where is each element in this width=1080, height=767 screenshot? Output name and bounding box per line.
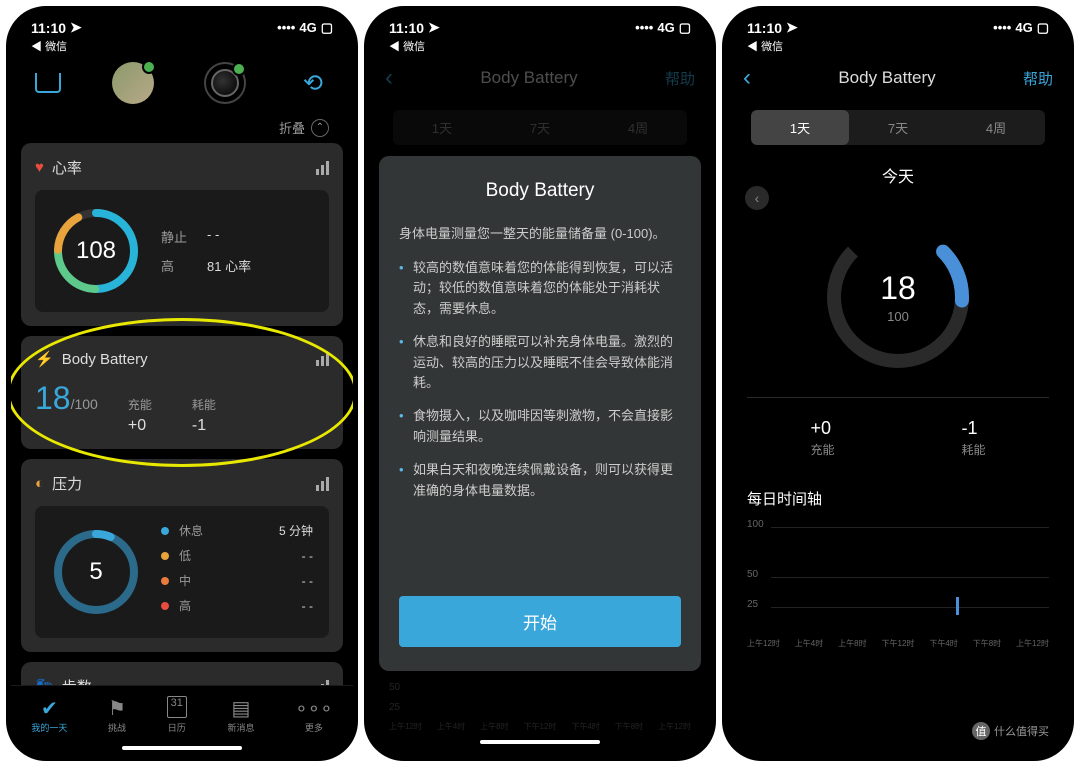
seg-1day[interactable]: 1天: [393, 110, 491, 145]
tab-myday[interactable]: ✔我的一天: [31, 696, 67, 734]
device-icon[interactable]: [204, 62, 246, 104]
screen-myday: 11:10➤ •••• 4G ▢ ◀ 微信 ⟲ 折叠⌃ ♥心率 108 静止- - …: [6, 6, 358, 761]
dot-med: [161, 577, 169, 585]
chart-icon[interactable]: [316, 161, 329, 175]
data-bar: [956, 597, 959, 615]
segment-control[interactable]: 1天 7天 4周: [393, 110, 687, 145]
chart-icon[interactable]: [316, 477, 329, 491]
seg-7day[interactable]: 7天: [491, 110, 589, 145]
tab-calendar[interactable]: 31日历: [167, 696, 187, 734]
tab-bar: ✔我的一天 ⚑挑战 31日历 ▤新消息 ∘∘∘更多: [11, 685, 353, 742]
chevron-up-icon: ⌃: [311, 119, 329, 137]
tab-more[interactable]: ∘∘∘更多: [295, 696, 333, 734]
tab-news[interactable]: ▤新消息: [227, 696, 254, 734]
location-icon: ➤: [70, 19, 82, 36]
location-icon: ➤: [786, 19, 798, 36]
time: 11:10: [31, 20, 66, 36]
body-battery-card[interactable]: ⚡Body Battery 18/100 充能+0 耗能-1: [21, 336, 343, 449]
intro-modal: Body Battery 身体电量测量您一整天的能量储备量 (0-100)。 较…: [379, 156, 701, 671]
signal-icon: ••••: [993, 20, 1011, 35]
sync-icon[interactable]: ⟲: [297, 67, 329, 99]
collapse-button[interactable]: 折叠⌃: [11, 112, 353, 143]
back-to-app[interactable]: ◀ 微信: [11, 38, 353, 54]
dot-rest: [161, 527, 169, 535]
modal-intro: 身体电量测量您一整天的能量储备量 (0-100)。: [399, 224, 681, 244]
title-bar: ‹ Body Battery 帮助: [369, 54, 711, 102]
modal-title: Body Battery: [399, 180, 681, 202]
screen-detail: 11:10➤ ••••4G▢ ◀ 微信 ‹ Body Battery 帮助 1天…: [722, 6, 1074, 761]
seg-4week[interactable]: 4周: [947, 110, 1045, 145]
segment-control[interactable]: 1天 7天 4周: [751, 110, 1045, 145]
tab-challenge[interactable]: ⚑挑战: [108, 696, 126, 734]
dot-low: [161, 552, 169, 560]
home-indicator[interactable]: [122, 746, 242, 750]
stress-card[interactable]: ◐压力 5 休息5 分钟 低- - 中- - 高- -: [21, 459, 343, 652]
avatar[interactable]: [112, 62, 154, 104]
energy-stats: +0充能 -1耗能: [727, 398, 1069, 478]
top-nav: ⟲: [11, 54, 353, 112]
inbox-icon[interactable]: [35, 73, 61, 93]
chart-icon[interactable]: [316, 352, 329, 366]
hr-ring: 108: [51, 206, 141, 296]
help-button[interactable]: 帮助: [665, 68, 695, 89]
timeline-chart: 100 50 25 上午12时上午4时上午8时下午12时下午4时下午8时上午12…: [727, 519, 1069, 649]
network: 4G: [299, 20, 316, 35]
today-label: 今天: [727, 163, 1069, 187]
screen-intro: 11:10➤ ••••4G▢ ◀ 微信 ‹ Body Battery 帮助 1天…: [364, 6, 716, 761]
signal-icon: ••••: [277, 20, 295, 35]
back-to-app[interactable]: ◀ 微信: [727, 38, 1069, 54]
watermark: 什么值得买: [964, 718, 1057, 744]
signal-icon: ••••: [635, 20, 653, 35]
title-bar: ‹ Body Battery 帮助: [727, 54, 1069, 102]
location-icon: ➤: [428, 19, 440, 36]
steps-icon: 👣: [35, 678, 54, 686]
home-indicator[interactable]: [480, 740, 600, 744]
help-button[interactable]: 帮助: [1023, 68, 1053, 89]
prev-day-icon[interactable]: ‹: [745, 186, 769, 210]
seg-4week[interactable]: 4周: [589, 110, 687, 145]
more-icon: ∘∘∘: [295, 696, 333, 718]
dot-high: [161, 602, 169, 610]
calendar-icon: 31: [167, 696, 187, 718]
heart-rate-card[interactable]: ♥心率 108 静止- - 高81 心率: [21, 143, 343, 326]
news-icon: ▤: [232, 696, 251, 718]
seg-1day[interactable]: 1天: [751, 110, 849, 145]
status-bar: 11:10➤ •••• 4G ▢: [11, 11, 353, 38]
stress-ring: 5: [51, 527, 141, 617]
timeline-chart-dim: 50 25 上午12时上午4时上午8时下午12时下午4时下午8时上午12时: [369, 682, 711, 732]
flag-icon: ⚑: [108, 696, 126, 718]
stress-icon: ◐: [35, 475, 44, 492]
bb-gauge: 18100: [818, 217, 978, 377]
check-icon: ✔: [41, 696, 58, 718]
status-bar: 11:10➤ ••••4G▢: [369, 11, 711, 38]
battery-icon: ▢: [321, 20, 333, 36]
steps-card[interactable]: 👣步数 175目标: [21, 662, 343, 685]
start-button[interactable]: 开始: [399, 596, 681, 647]
back-icon[interactable]: ‹: [385, 64, 393, 92]
modal-bullets: 较高的数值意味着您的体能得到恢复，可以活动；较低的数值意味着您的体能处于消耗状态…: [399, 258, 681, 587]
timeline-heading: 每日时间轴: [727, 478, 1069, 519]
seg-7day[interactable]: 7天: [849, 110, 947, 145]
battery-person-icon: ⚡: [35, 350, 54, 368]
back-icon[interactable]: ‹: [743, 64, 751, 92]
battery-icon: ▢: [1037, 20, 1049, 36]
cards-container: ♥心率 108 静止- - 高81 心率 ⚡Body Battery 18/10…: [11, 143, 353, 685]
status-bar: 11:10➤ ••••4G▢: [727, 11, 1069, 38]
heart-icon: ♥: [35, 159, 44, 176]
battery-icon: ▢: [679, 20, 691, 36]
back-to-app[interactable]: ◀ 微信: [369, 38, 711, 54]
